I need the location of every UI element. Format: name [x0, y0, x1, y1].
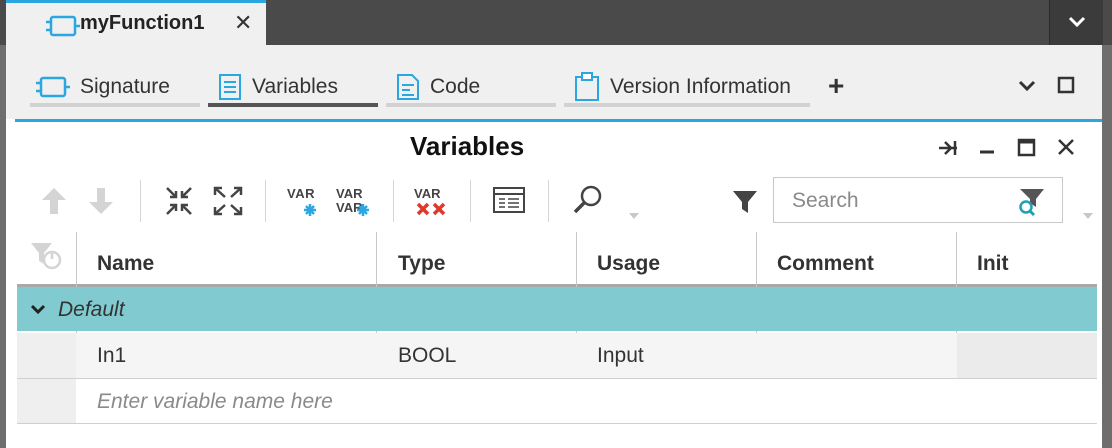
column-header-name[interactable]: Name — [97, 252, 154, 276]
tab-version-information[interactable]: Version Information — [564, 70, 810, 107]
group-label: Default — [58, 298, 125, 321]
variables-icon — [219, 74, 241, 100]
table-row[interactable] — [17, 333, 1097, 379]
collapse-all-icon[interactable] — [163, 186, 195, 216]
clipboard-icon — [575, 72, 599, 101]
new-variable-placeholder[interactable]: Enter variable name here — [97, 390, 333, 414]
right-frame — [1102, 45, 1112, 448]
tab-code[interactable]: Code — [386, 70, 556, 107]
cell-type[interactable]: BOOL — [398, 344, 456, 368]
search-input[interactable] — [790, 178, 1014, 224]
group-row-default[interactable] — [17, 287, 1097, 331]
toolbar-separator — [393, 180, 394, 222]
panel-title: Variables — [410, 131, 525, 161]
function-block-icon — [46, 15, 80, 37]
chevron-down-icon — [1068, 16, 1086, 28]
column-header-init[interactable]: Init — [977, 252, 1009, 276]
add-tab-button[interactable]: + — [828, 70, 844, 102]
add-star-icon — [304, 204, 316, 216]
tab-underline — [208, 103, 378, 107]
close-icon[interactable]: ✕ — [234, 10, 252, 36]
column-header-comment[interactable]: Comment — [777, 252, 874, 276]
left-frame — [0, 45, 6, 448]
code-icon — [397, 74, 419, 100]
toolbar-separator — [470, 180, 471, 222]
search-dropdown-icon[interactable] — [1082, 212, 1094, 220]
expand-all-icon[interactable] — [212, 186, 244, 216]
column-header-usage[interactable]: Usage — [597, 252, 660, 276]
column-header-type[interactable]: Type — [398, 252, 445, 276]
filter-icon[interactable] — [732, 189, 758, 215]
search-box — [773, 177, 1063, 224]
tab-underline — [564, 103, 810, 107]
delete-variable-button[interactable]: VAR — [414, 186, 450, 220]
toolbar-separator — [140, 180, 141, 222]
minimize-icon[interactable] — [978, 138, 996, 158]
maximize-editor-icon[interactable] — [1057, 76, 1075, 94]
cell-name[interactable]: In1 — [97, 344, 126, 368]
find-icon[interactable] — [572, 184, 606, 216]
chevron-down-icon[interactable] — [30, 304, 46, 316]
var-label: VAR — [287, 186, 315, 201]
document-menu-button[interactable] — [1049, 0, 1103, 45]
find-dropdown-icon[interactable] — [628, 212, 640, 220]
tab-variables[interactable]: Variables — [208, 70, 378, 107]
cell-usage[interactable]: Input — [597, 344, 644, 368]
row-header[interactable] — [17, 379, 76, 423]
add-variable-button[interactable]: VAR — [287, 186, 323, 220]
tab-list-chevron-icon[interactable] — [1018, 80, 1036, 92]
delete-x-icon — [416, 202, 446, 216]
filter-search-icon[interactable] — [1016, 187, 1046, 217]
tab-label: Code — [430, 75, 481, 98]
reset-filter-icon[interactable] — [30, 240, 64, 272]
tab-underline — [386, 103, 556, 107]
init-cell-disabled — [957, 333, 1097, 378]
pin-icon[interactable] — [937, 138, 959, 158]
tab-label: Version Information — [610, 75, 791, 98]
close-panel-icon[interactable] — [1057, 138, 1075, 156]
add-star-icon — [357, 204, 369, 216]
var-label: VAR — [336, 186, 363, 201]
grid-header — [17, 232, 1097, 287]
tab-label: Variables — [252, 75, 338, 98]
document-tab-title: myFunction1 — [80, 12, 205, 34]
var-label: VAR — [414, 186, 441, 201]
toolbar-separator — [265, 180, 266, 222]
tab-label: Signature — [80, 75, 170, 98]
maximize-icon[interactable] — [1017, 138, 1037, 158]
move-up-icon[interactable] — [40, 186, 68, 216]
tab-signature[interactable]: Signature — [30, 70, 200, 107]
signature-icon — [36, 76, 70, 98]
row-header[interactable] — [17, 333, 76, 378]
tab-underline — [30, 103, 200, 107]
add-variable-copy-button[interactable]: VAR VAR — [336, 186, 376, 220]
list-view-icon[interactable] — [492, 186, 526, 214]
toolbar-separator — [548, 180, 549, 222]
move-down-icon[interactable] — [87, 186, 115, 216]
